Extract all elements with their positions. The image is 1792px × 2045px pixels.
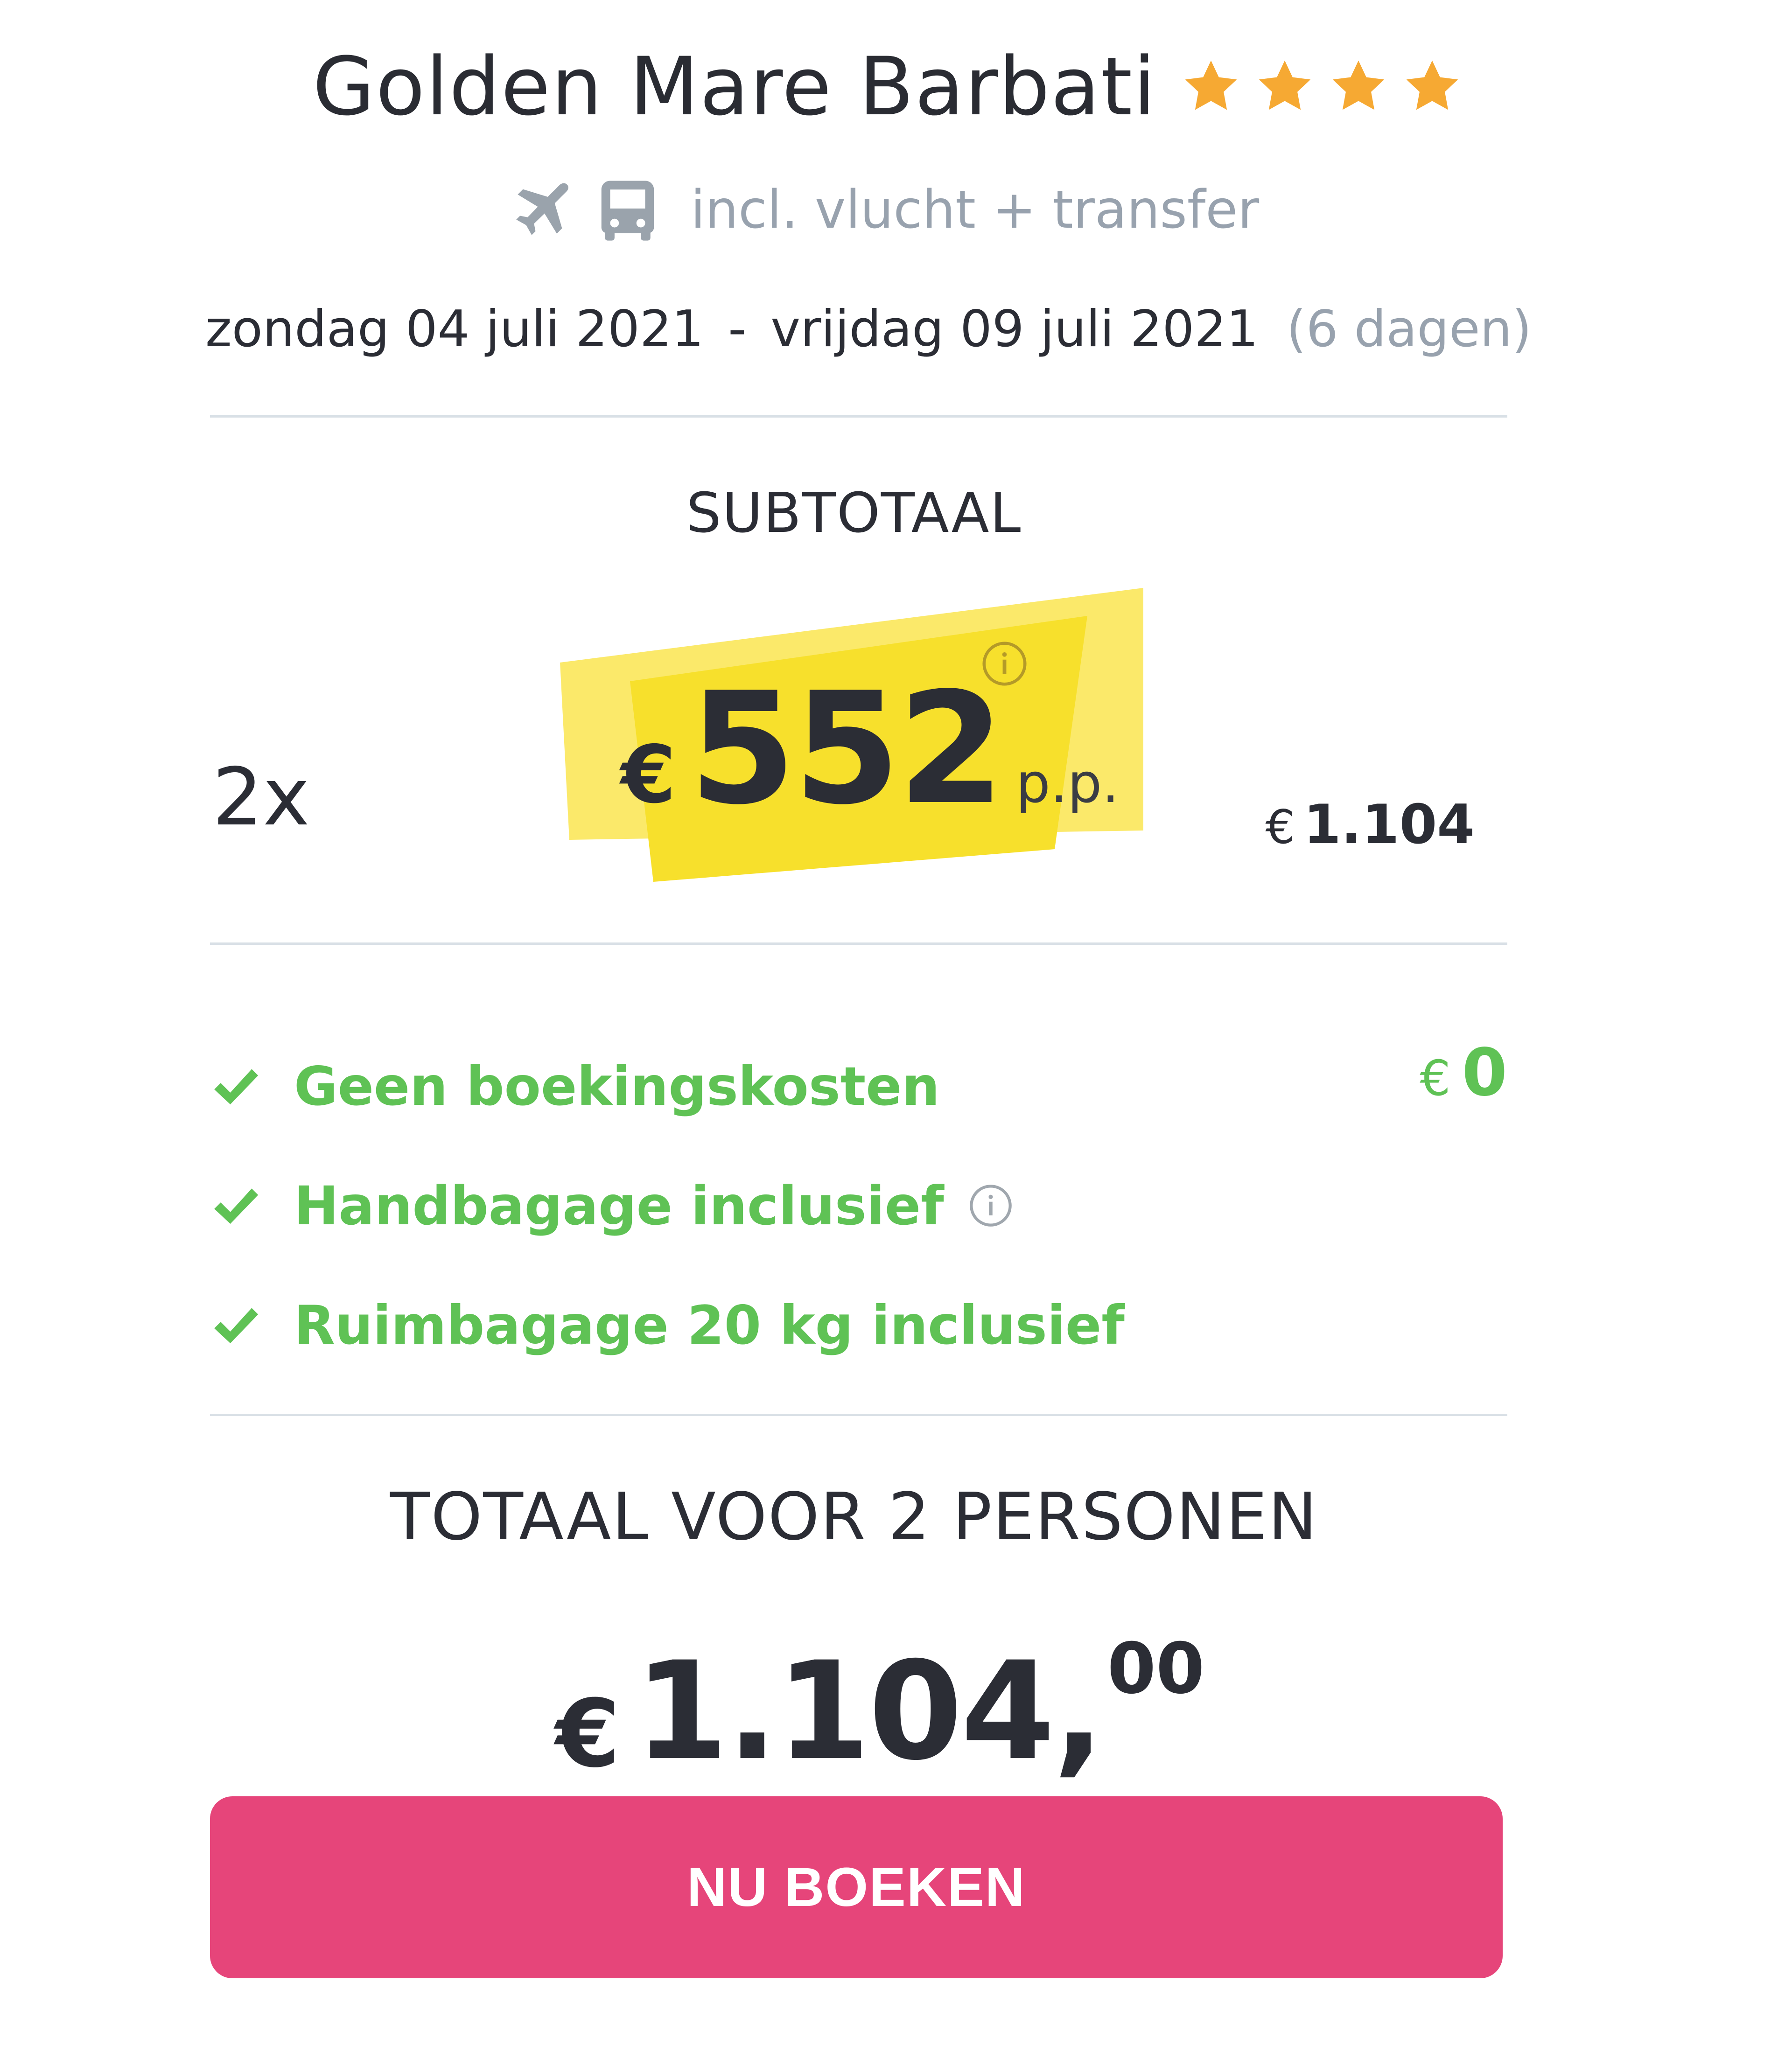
- subtotal-value: 1.104: [1303, 793, 1475, 856]
- trip-duration: (6 dagen): [1286, 300, 1532, 358]
- check-icon: [210, 1180, 261, 1231]
- book-now-button[interactable]: NU BOEKEN: [210, 1796, 1503, 1978]
- book-now-label: NU BOEKEN: [686, 1857, 1026, 1918]
- divider: [210, 415, 1507, 418]
- feature-label: Geen boekingskosten: [294, 1055, 940, 1117]
- hotel-name: Golden Mare Barbati: [313, 39, 1157, 133]
- total-amount: 1.104,: [634, 1633, 1104, 1790]
- total-price: € 1.104, 00: [555, 1624, 1204, 1800]
- booking-fee: € 0: [1420, 1035, 1507, 1111]
- person-count: 2x: [212, 751, 310, 844]
- included-services: incl. vlucht + transfer: [504, 168, 1259, 252]
- feature-item: Handbagage inclusief: [210, 1146, 1507, 1265]
- fee-value: 0: [1462, 1035, 1507, 1111]
- divider: [210, 1414, 1507, 1416]
- price-currency: €: [621, 729, 676, 821]
- feature-item: Ruimbagage 20 kg inclusief: [210, 1265, 1507, 1385]
- included-text: incl. vlucht + transfer: [691, 180, 1260, 240]
- star-icon: [1181, 56, 1241, 117]
- fee-currency: €: [1420, 1050, 1451, 1107]
- star-rating: [1181, 56, 1476, 117]
- booking-summary-card: Golden Mare Barbati incl. vlucht + trans…: [0, 0, 1792, 2045]
- feature-label: Handbagage inclusief: [294, 1174, 944, 1237]
- star-icon: [1254, 56, 1315, 117]
- airplane-icon: [504, 175, 574, 245]
- check-icon: [210, 1299, 261, 1351]
- total-cents: 00: [1107, 1628, 1205, 1710]
- subtotal-amount: € 1.104: [1265, 793, 1475, 856]
- info-icon[interactable]: [967, 1182, 1014, 1229]
- travel-dates: zondag 04 juli 2021 - vrijdag 09 juli 20…: [205, 294, 1532, 364]
- check-icon: [210, 1061, 261, 1112]
- price-per-person: € 552 p.p.: [621, 672, 1119, 840]
- date-separator: -: [728, 300, 747, 358]
- feature-label: Ruimbagage 20 kg inclusief: [294, 1294, 1125, 1356]
- star-icon: [1328, 56, 1389, 117]
- total-title: TOTAAL VOOR 2 PERSONEN: [390, 1479, 1318, 1555]
- subtotal-currency: €: [1265, 800, 1295, 854]
- end-date: vrijdag 09 juli 2021: [770, 300, 1259, 358]
- divider: [210, 942, 1507, 945]
- price-value: 552: [689, 659, 1005, 838]
- star-icon: [1402, 56, 1463, 117]
- included-features: Geen boekingskosten € 0 Handbagage inclu…: [210, 1026, 1507, 1385]
- total-currency: €: [555, 1680, 621, 1788]
- hotel-header: Golden Mare Barbati: [313, 33, 1476, 140]
- start-date: zondag 04 juli 2021: [205, 300, 704, 358]
- feature-item: Geen boekingskosten € 0: [210, 1026, 1507, 1146]
- per-person-label: p.p.: [1016, 752, 1120, 815]
- subtotal-title: SUBTOTAAL: [686, 481, 1022, 545]
- bus-icon: [593, 175, 663, 245]
